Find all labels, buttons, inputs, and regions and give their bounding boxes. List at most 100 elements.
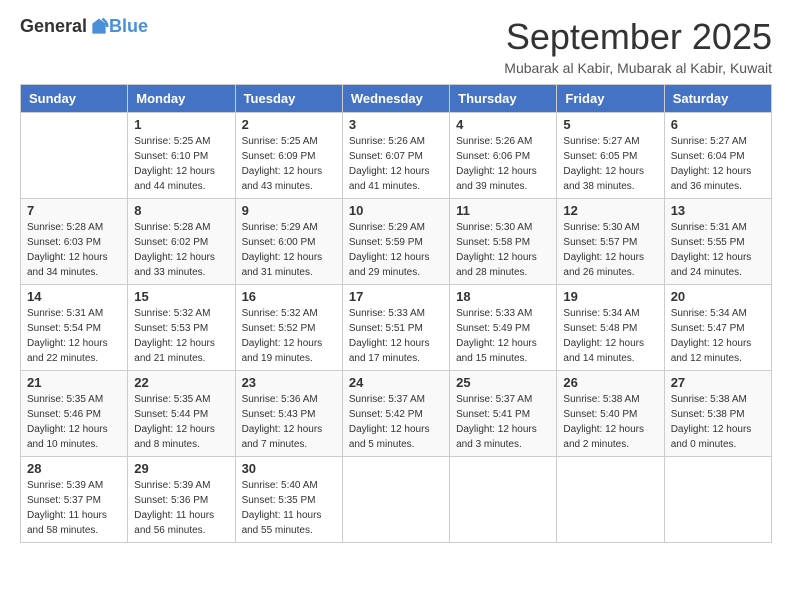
- date-number: 18: [456, 289, 550, 304]
- cell-info: Sunrise: 5:27 AMSunset: 6:04 PMDaylight:…: [671, 134, 765, 194]
- cell-info: Sunrise: 5:32 AMSunset: 5:52 PMDaylight:…: [242, 306, 336, 366]
- cell-info: Sunrise: 5:36 AMSunset: 5:43 PMDaylight:…: [242, 392, 336, 452]
- cell-info: Sunrise: 5:30 AMSunset: 5:57 PMDaylight:…: [563, 220, 657, 280]
- date-number: 9: [242, 203, 336, 218]
- table-row: 5 Sunrise: 5:27 AMSunset: 6:05 PMDayligh…: [557, 113, 664, 199]
- cell-info: Sunrise: 5:29 AMSunset: 6:00 PMDaylight:…: [242, 220, 336, 280]
- cell-info: Sunrise: 5:30 AMSunset: 5:58 PMDaylight:…: [456, 220, 550, 280]
- cell-info: Sunrise: 5:38 AMSunset: 5:38 PMDaylight:…: [671, 392, 765, 452]
- date-number: 17: [349, 289, 443, 304]
- logo-blue-text: Blue: [109, 16, 148, 37]
- date-number: 24: [349, 375, 443, 390]
- date-number: 1: [134, 117, 228, 132]
- cell-info: Sunrise: 5:29 AMSunset: 5:59 PMDaylight:…: [349, 220, 443, 280]
- date-number: 29: [134, 461, 228, 476]
- table-row: 4 Sunrise: 5:26 AMSunset: 6:06 PMDayligh…: [450, 113, 557, 199]
- cell-info: Sunrise: 5:35 AMSunset: 5:46 PMDaylight:…: [27, 392, 121, 452]
- date-number: 2: [242, 117, 336, 132]
- logo-icon: [89, 17, 109, 37]
- logo-general-text: General: [20, 16, 87, 37]
- cell-info: Sunrise: 5:40 AMSunset: 5:35 PMDaylight:…: [242, 478, 336, 538]
- date-number: 3: [349, 117, 443, 132]
- table-row: 9 Sunrise: 5:29 AMSunset: 6:00 PMDayligh…: [235, 199, 342, 285]
- date-number: 7: [27, 203, 121, 218]
- table-row: 14 Sunrise: 5:31 AMSunset: 5:54 PMDaylig…: [21, 285, 128, 371]
- col-friday: Friday: [557, 85, 664, 113]
- calendar-week-0: 1 Sunrise: 5:25 AMSunset: 6:10 PMDayligh…: [21, 113, 772, 199]
- date-number: 27: [671, 375, 765, 390]
- date-number: 16: [242, 289, 336, 304]
- date-number: 8: [134, 203, 228, 218]
- table-row: 3 Sunrise: 5:26 AMSunset: 6:07 PMDayligh…: [342, 113, 449, 199]
- table-row: 19 Sunrise: 5:34 AMSunset: 5:48 PMDaylig…: [557, 285, 664, 371]
- col-thursday: Thursday: [450, 85, 557, 113]
- table-row: 8 Sunrise: 5:28 AMSunset: 6:02 PMDayligh…: [128, 199, 235, 285]
- col-wednesday: Wednesday: [342, 85, 449, 113]
- date-number: 22: [134, 375, 228, 390]
- table-row: 16 Sunrise: 5:32 AMSunset: 5:52 PMDaylig…: [235, 285, 342, 371]
- date-number: 30: [242, 461, 336, 476]
- table-row: 12 Sunrise: 5:30 AMSunset: 5:57 PMDaylig…: [557, 199, 664, 285]
- table-row: 1 Sunrise: 5:25 AMSunset: 6:10 PMDayligh…: [128, 113, 235, 199]
- table-row: 15 Sunrise: 5:32 AMSunset: 5:53 PMDaylig…: [128, 285, 235, 371]
- cell-info: Sunrise: 5:33 AMSunset: 5:51 PMDaylight:…: [349, 306, 443, 366]
- table-row: 21 Sunrise: 5:35 AMSunset: 5:46 PMDaylig…: [21, 371, 128, 457]
- date-number: 15: [134, 289, 228, 304]
- cell-info: Sunrise: 5:31 AMSunset: 5:54 PMDaylight:…: [27, 306, 121, 366]
- table-row: 10 Sunrise: 5:29 AMSunset: 5:59 PMDaylig…: [342, 199, 449, 285]
- month-title: September 2025: [504, 16, 772, 58]
- table-row: [664, 457, 771, 543]
- table-row: 30 Sunrise: 5:40 AMSunset: 5:35 PMDaylig…: [235, 457, 342, 543]
- table-row: [557, 457, 664, 543]
- col-tuesday: Tuesday: [235, 85, 342, 113]
- logo: General Blue: [20, 16, 148, 37]
- table-row: 18 Sunrise: 5:33 AMSunset: 5:49 PMDaylig…: [450, 285, 557, 371]
- calendar-week-4: 28 Sunrise: 5:39 AMSunset: 5:37 PMDaylig…: [21, 457, 772, 543]
- cell-info: Sunrise: 5:31 AMSunset: 5:55 PMDaylight:…: [671, 220, 765, 280]
- cell-info: Sunrise: 5:25 AMSunset: 6:09 PMDaylight:…: [242, 134, 336, 194]
- title-block: September 2025 Mubarak al Kabir, Mubarak…: [504, 16, 772, 76]
- calendar-table: Sunday Monday Tuesday Wednesday Thursday…: [20, 84, 772, 543]
- table-row: 2 Sunrise: 5:25 AMSunset: 6:09 PMDayligh…: [235, 113, 342, 199]
- date-number: 28: [27, 461, 121, 476]
- cell-info: Sunrise: 5:34 AMSunset: 5:47 PMDaylight:…: [671, 306, 765, 366]
- table-row: 26 Sunrise: 5:38 AMSunset: 5:40 PMDaylig…: [557, 371, 664, 457]
- table-row: 24 Sunrise: 5:37 AMSunset: 5:42 PMDaylig…: [342, 371, 449, 457]
- cell-info: Sunrise: 5:27 AMSunset: 6:05 PMDaylight:…: [563, 134, 657, 194]
- date-number: 26: [563, 375, 657, 390]
- date-number: 10: [349, 203, 443, 218]
- date-number: 20: [671, 289, 765, 304]
- date-number: 4: [456, 117, 550, 132]
- cell-info: Sunrise: 5:28 AMSunset: 6:02 PMDaylight:…: [134, 220, 228, 280]
- table-row: 23 Sunrise: 5:36 AMSunset: 5:43 PMDaylig…: [235, 371, 342, 457]
- cell-info: Sunrise: 5:35 AMSunset: 5:44 PMDaylight:…: [134, 392, 228, 452]
- date-number: 14: [27, 289, 121, 304]
- calendar-week-3: 21 Sunrise: 5:35 AMSunset: 5:46 PMDaylig…: [21, 371, 772, 457]
- date-number: 21: [27, 375, 121, 390]
- table-row: 27 Sunrise: 5:38 AMSunset: 5:38 PMDaylig…: [664, 371, 771, 457]
- date-number: 25: [456, 375, 550, 390]
- date-number: 6: [671, 117, 765, 132]
- col-monday: Monday: [128, 85, 235, 113]
- table-row: 29 Sunrise: 5:39 AMSunset: 5:36 PMDaylig…: [128, 457, 235, 543]
- table-row: 22 Sunrise: 5:35 AMSunset: 5:44 PMDaylig…: [128, 371, 235, 457]
- col-saturday: Saturday: [664, 85, 771, 113]
- header-row: Sunday Monday Tuesday Wednesday Thursday…: [21, 85, 772, 113]
- table-row: [450, 457, 557, 543]
- table-row: 17 Sunrise: 5:33 AMSunset: 5:51 PMDaylig…: [342, 285, 449, 371]
- calendar-week-1: 7 Sunrise: 5:28 AMSunset: 6:03 PMDayligh…: [21, 199, 772, 285]
- date-number: 19: [563, 289, 657, 304]
- cell-info: Sunrise: 5:34 AMSunset: 5:48 PMDaylight:…: [563, 306, 657, 366]
- cell-info: Sunrise: 5:39 AMSunset: 5:36 PMDaylight:…: [134, 478, 228, 538]
- table-row: [342, 457, 449, 543]
- col-sunday: Sunday: [21, 85, 128, 113]
- cell-info: Sunrise: 5:37 AMSunset: 5:41 PMDaylight:…: [456, 392, 550, 452]
- table-row: 20 Sunrise: 5:34 AMSunset: 5:47 PMDaylig…: [664, 285, 771, 371]
- cell-info: Sunrise: 5:38 AMSunset: 5:40 PMDaylight:…: [563, 392, 657, 452]
- date-number: 23: [242, 375, 336, 390]
- cell-info: Sunrise: 5:28 AMSunset: 6:03 PMDaylight:…: [27, 220, 121, 280]
- cell-info: Sunrise: 5:39 AMSunset: 5:37 PMDaylight:…: [27, 478, 121, 538]
- cell-info: Sunrise: 5:25 AMSunset: 6:10 PMDaylight:…: [134, 134, 228, 194]
- table-row: 11 Sunrise: 5:30 AMSunset: 5:58 PMDaylig…: [450, 199, 557, 285]
- table-row: [21, 113, 128, 199]
